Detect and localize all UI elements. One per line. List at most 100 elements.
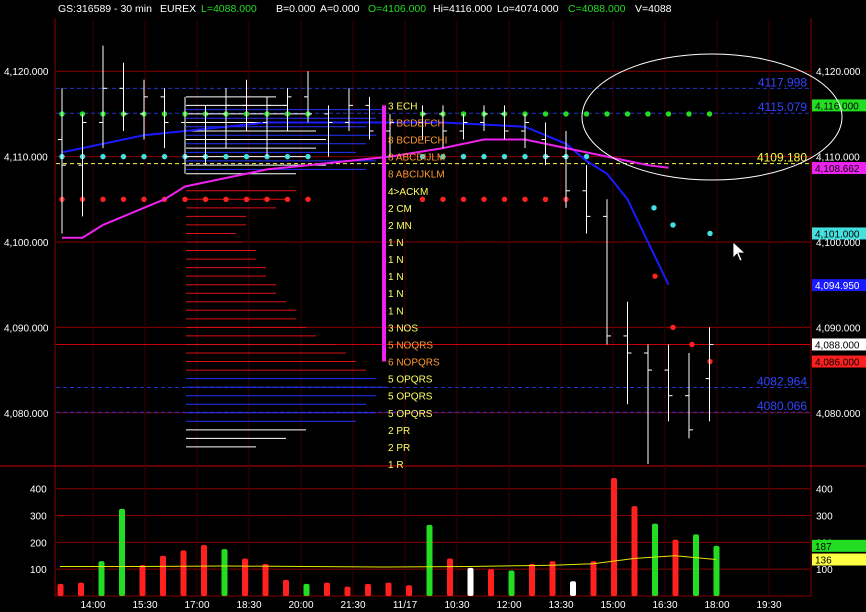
chart-canvas: GS:316589 - 30 min EUREX L=4088.000 B=0.…	[0, 0, 866, 612]
volume-tick-left: 400	[30, 485, 47, 496]
dot-marker	[460, 196, 467, 203]
time-tick-label: 20:00	[288, 600, 313, 611]
dot-marker	[651, 205, 657, 211]
time-tick-label: 14:00	[80, 600, 105, 611]
volume-tick-right: 400	[816, 485, 833, 496]
tpo-row: 8 ABCIJKLM	[388, 170, 445, 181]
volume-tag-label: 187	[815, 542, 832, 553]
volume-bar	[406, 585, 412, 596]
dot-marker	[202, 196, 209, 203]
dot-marker	[665, 111, 672, 117]
dot-marker	[542, 196, 549, 203]
header-symbol: GS:316589 - 30 min	[58, 3, 152, 15]
tpo-row: 8 BCDEFCHI	[388, 136, 447, 147]
header-bid: B=0.000	[276, 3, 316, 15]
tpo-row: 2 PR	[388, 443, 410, 454]
dot-marker	[120, 196, 127, 203]
dot-marker	[652, 273, 658, 279]
volume-bar	[201, 545, 207, 596]
price-tick-right: 4,110.000	[816, 153, 860, 164]
price-tick-left: 4,120.000	[4, 67, 49, 78]
tpo-row: 2 MN	[388, 221, 412, 232]
dot-marker	[501, 153, 508, 160]
level-label: 4117.998	[758, 75, 807, 89]
volume-tick-left: 300	[30, 512, 47, 523]
time-tick-label: 11/17	[393, 600, 418, 611]
time-tick-label: 16:30	[652, 600, 677, 611]
price-tick-left: 4,100.000	[4, 238, 49, 249]
dot-marker	[305, 196, 311, 203]
tpo-row: 1 N	[388, 272, 404, 283]
time-tick-label: 15:30	[132, 600, 157, 611]
tpo-row: 1 R	[388, 460, 404, 471]
volume-bar	[611, 478, 617, 596]
volume-bar	[242, 558, 248, 596]
volume-bar	[303, 583, 310, 596]
tpo-row: 1 N	[388, 238, 404, 249]
volume-bar	[180, 550, 187, 596]
price-tick-right: 4,090.000	[816, 323, 861, 334]
time-tick-label: 21:30	[340, 600, 365, 611]
time-tick-label: 18:00	[704, 600, 729, 611]
volume-bar	[78, 582, 84, 596]
dot-marker	[481, 196, 487, 203]
volume-tick-left: 100	[30, 565, 47, 576]
volume-bar	[262, 563, 269, 596]
time-tick-label: 18:30	[236, 600, 261, 611]
dot-marker	[604, 111, 610, 117]
dot-marker	[284, 153, 291, 160]
volume-bar	[57, 583, 64, 596]
header-low: Lo=4074.000	[497, 3, 559, 15]
volume-tick-left: 200	[30, 538, 47, 549]
dot-marker	[305, 153, 311, 160]
tpo-row: 5 OPQRS	[388, 375, 433, 386]
volume-bar	[344, 586, 351, 596]
volume-bar	[590, 561, 597, 596]
dot-marker	[100, 153, 106, 160]
header-last: L=4088.000	[201, 3, 257, 15]
price-tick-left: 4,080.000	[4, 409, 49, 420]
dot-marker	[460, 153, 467, 160]
dot-marker	[182, 196, 188, 203]
tpo-row: 7 BCDEFCH	[388, 118, 445, 129]
dot-marker	[689, 341, 695, 348]
tpo-row: 8 ABCDIJLM	[388, 153, 445, 164]
price-tick-right: 4,120.000	[816, 67, 861, 78]
volume-bar	[693, 534, 699, 596]
volume-bar	[631, 506, 638, 596]
header-close: C=4088.000	[568, 3, 626, 15]
volume-bar	[385, 582, 392, 596]
dot-marker	[243, 153, 250, 160]
time-tick-label: 10:30	[444, 600, 469, 611]
header-exchange: EUREX	[160, 3, 196, 15]
time-tick-label: 13:30	[548, 600, 573, 611]
dot-marker	[686, 111, 692, 117]
tpo-row: 1 N	[388, 289, 404, 300]
price-tick-left: 4,090.000	[4, 323, 49, 334]
dot-marker	[100, 196, 106, 203]
dot-marker	[706, 111, 713, 117]
dot-marker	[624, 111, 631, 117]
volume-bar	[652, 523, 658, 596]
dot-marker	[670, 222, 676, 228]
dot-marker	[542, 111, 549, 117]
dot-marker	[223, 196, 229, 203]
level-label: 4115.079	[758, 100, 807, 114]
time-tick-label: 19:30	[756, 600, 781, 611]
tpo-row: 2 CM	[388, 204, 412, 215]
tpo-row: 3 NOS	[388, 323, 418, 334]
dot-marker	[120, 153, 127, 160]
tpo-row: 1 N	[388, 255, 404, 266]
volume-bar	[426, 524, 433, 596]
dot-marker	[141, 153, 147, 160]
chart-background	[0, 0, 866, 612]
dot-marker	[645, 111, 651, 117]
price-tag-label: 4,116.000	[815, 101, 859, 112]
volume-tick-right: 300	[816, 512, 833, 523]
header-volume: V=4088	[635, 3, 672, 15]
price-tick-right: 4,080.000	[816, 409, 861, 420]
volume-bar	[221, 549, 228, 596]
price-tag-label: 4,101.000	[815, 229, 860, 240]
dot-marker	[670, 324, 676, 331]
volume-bar	[570, 581, 576, 596]
